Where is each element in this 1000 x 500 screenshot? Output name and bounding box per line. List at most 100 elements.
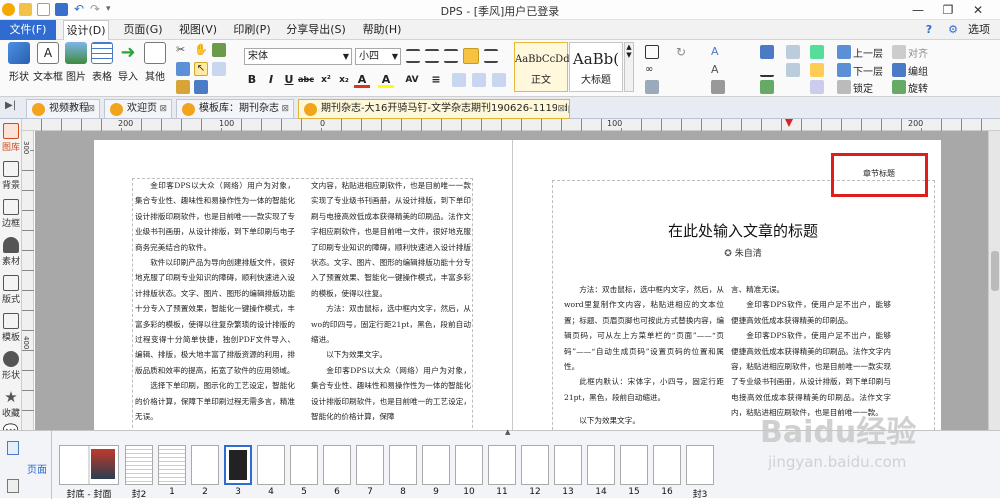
pages-tab[interactable]: 页面 <box>27 461 47 476</box>
side-item-favorites[interactable]: ★ 收藏 <box>0 389 22 419</box>
copy-icon[interactable] <box>176 62 190 76</box>
page-thumbnail[interactable] <box>488 445 516 485</box>
ruler-marker-icon[interactable] <box>785 119 793 127</box>
menu-view[interactable]: 视图(V) <box>172 20 224 40</box>
panel-collapse-icon[interactable]: ▲ <box>505 428 510 436</box>
clear-format-icon[interactable] <box>645 45 659 59</box>
italic-button[interactable]: I <box>263 72 279 88</box>
refresh-icon[interactable]: ↻ <box>676 45 690 59</box>
justify-icon[interactable] <box>463 48 479 64</box>
text-column-left-2[interactable]: 文内容，粘贴进相应刷软件，也是目前唯一一款实现了专业级书刊画册，从设计排版，到下… <box>311 178 471 430</box>
page-thumbnail[interactable] <box>224 445 252 485</box>
scrollbar-thumb[interactable] <box>991 251 999 291</box>
side-item-gallery[interactable]: 图库 <box>0 123 22 153</box>
underline-button[interactable]: U <box>281 72 297 88</box>
help-icon[interactable]: ? <box>922 20 936 40</box>
tab-video-tutorial[interactable]: 视频教程 ⊠ <box>26 99 100 119</box>
side-item-material[interactable]: 素材 <box>0 237 22 267</box>
group-button[interactable]: 编组 <box>908 63 928 78</box>
shadow-icon[interactable] <box>760 80 774 94</box>
menu-share-export[interactable]: 分享导出(S) <box>280 20 352 40</box>
cut-icon[interactable]: ✂ <box>176 43 190 57</box>
other-button[interactable]: 其他 <box>143 42 167 83</box>
border-icon[interactable] <box>645 80 659 94</box>
side-item-background[interactable]: 背景 <box>0 161 22 191</box>
menu-file[interactable]: 文件(F) <box>0 20 56 40</box>
style-gallery-scroll[interactable]: ▲ ▼ <box>624 42 634 92</box>
menu-print[interactable]: 印刷(P) <box>226 20 278 40</box>
tab-close-icon[interactable]: ⊠ <box>159 100 167 118</box>
options-gear-icon[interactable]: ⚙ <box>946 20 960 40</box>
canvas-workspace[interactable]: 金印客DPS以大众（网络）用户为对象，集合专业性、趣味性和易操作性为一体的智能化… <box>35 131 1000 430</box>
restore-button[interactable]: ❐ <box>937 2 959 18</box>
format-painter-icon[interactable] <box>194 80 208 94</box>
menu-page[interactable]: 页面(G) <box>117 20 169 40</box>
side-item-layout[interactable]: 版式 <box>0 275 22 305</box>
layers-icon[interactable] <box>7 479 19 493</box>
font-family-select[interactable]: 宋体 ▼ <box>244 48 352 65</box>
menu-help[interactable]: 帮助(H) <box>356 20 408 40</box>
page-thumbnail[interactable] <box>257 445 285 485</box>
page-thumbnail[interactable] <box>587 445 615 485</box>
bold-button[interactable]: B <box>244 72 260 88</box>
subscript-button[interactable]: x₂ <box>336 72 352 88</box>
article-author[interactable]: ✪ 朱自清 <box>553 246 933 259</box>
side-item-template[interactable]: 模板 <box>0 313 22 343</box>
send-backward-button[interactable]: 下一层 <box>853 63 883 78</box>
tab-current-document[interactable]: 期刊杂志-大16开骑马钉-文学杂志期刊190626-1119.dpsf* ⊠ <box>298 99 570 119</box>
tab-close-icon[interactable]: ⊠ <box>87 100 95 118</box>
page-thumbnail[interactable] <box>521 445 549 485</box>
distribute-icon[interactable] <box>484 49 498 63</box>
minimize-button[interactable]: — <box>907 2 929 18</box>
page-thumbnail[interactable] <box>158 445 186 485</box>
align-right-icon[interactable] <box>444 49 458 63</box>
page-thumbnail[interactable] <box>620 445 648 485</box>
align-button[interactable]: 对齐 <box>908 45 928 60</box>
page-thumbnail[interactable] <box>389 445 417 485</box>
strikethrough-button[interactable]: abc <box>298 72 314 88</box>
align-center-icon[interactable] <box>425 49 439 63</box>
horizontal-ruler[interactable]: 200 100 0 100 200 <box>22 119 1000 131</box>
fill-color-icon[interactable] <box>760 45 774 59</box>
page-thumbnail[interactable] <box>653 445 681 485</box>
line-style-icon[interactable] <box>786 63 800 77</box>
side-item-border[interactable]: 边框 <box>0 199 22 229</box>
paragraph-icon[interactable] <box>492 73 506 87</box>
outdent-icon[interactable] <box>472 73 486 87</box>
page-left[interactable]: 金印客DPS以大众（网络）用户为对象，集合专业性、趣味性和易操作性为一体的智能化… <box>94 140 512 430</box>
crop-icon[interactable] <box>212 62 226 76</box>
text-column-right-1[interactable]: 方法：双击鼠标，选中框内文字，然后，从word里复制作文内容，粘贴进相应的文本位… <box>564 282 724 430</box>
indent-icon[interactable] <box>452 73 466 87</box>
options-button[interactable]: 选项 <box>962 20 996 40</box>
tab-welcome[interactable]: 欢迎页 ⊠ <box>104 99 172 119</box>
article-title[interactable]: 在此处输入文章的标题 <box>553 220 933 241</box>
paste-icon[interactable] <box>176 80 190 94</box>
close-button[interactable]: ✕ <box>967 2 989 18</box>
pencil-icon[interactable] <box>810 63 824 77</box>
fill-style-icon[interactable] <box>786 45 800 59</box>
opacity-icon[interactable] <box>810 45 824 59</box>
line-spacing-button[interactable]: ≡ <box>428 72 444 88</box>
page-thumbnail[interactable] <box>323 445 351 485</box>
vertical-scrollbar[interactable] <box>988 131 1000 430</box>
text-column-left-1[interactable]: 金印客DPS以大众（网络）用户为对象，集合专业性、趣味性和易操作性为一体的智能化… <box>135 178 295 430</box>
link-icon[interactable]: ∞ <box>645 63 659 77</box>
page-thumbnail[interactable] <box>554 445 582 485</box>
page-thumbnail[interactable] <box>455 445 483 485</box>
tab-template-library[interactable]: 模板库：期刊杂志 ⊠ <box>176 99 294 119</box>
rotate-button[interactable]: 旋转 <box>908 80 928 95</box>
bring-forward-button[interactable]: 上一层 <box>853 45 883 60</box>
menu-design[interactable]: 设计(D) <box>63 20 109 41</box>
page-thumbnail[interactable] <box>686 445 714 485</box>
lock-button[interactable]: 锁定 <box>853 80 873 95</box>
highlight-button[interactable]: A <box>378 72 394 88</box>
page-thumbnail[interactable] <box>191 445 219 485</box>
char-spacing-button[interactable]: AV <box>404 72 420 88</box>
line-color-icon[interactable] <box>760 63 774 77</box>
page-right[interactable]: 章节标题 在此处输入文章的标题 ✪ 朱自清 方法：双击鼠标，选中框内文字，然后，… <box>513 140 941 430</box>
page-thumbnail[interactable] <box>422 445 450 485</box>
shape-button[interactable]: 形状 <box>7 42 31 83</box>
side-item-shape[interactable]: 形状 <box>0 351 22 381</box>
tab-bar-toggle-icon[interactable]: ▶| <box>5 100 16 111</box>
page-thumbnail[interactable] <box>125 445 153 485</box>
